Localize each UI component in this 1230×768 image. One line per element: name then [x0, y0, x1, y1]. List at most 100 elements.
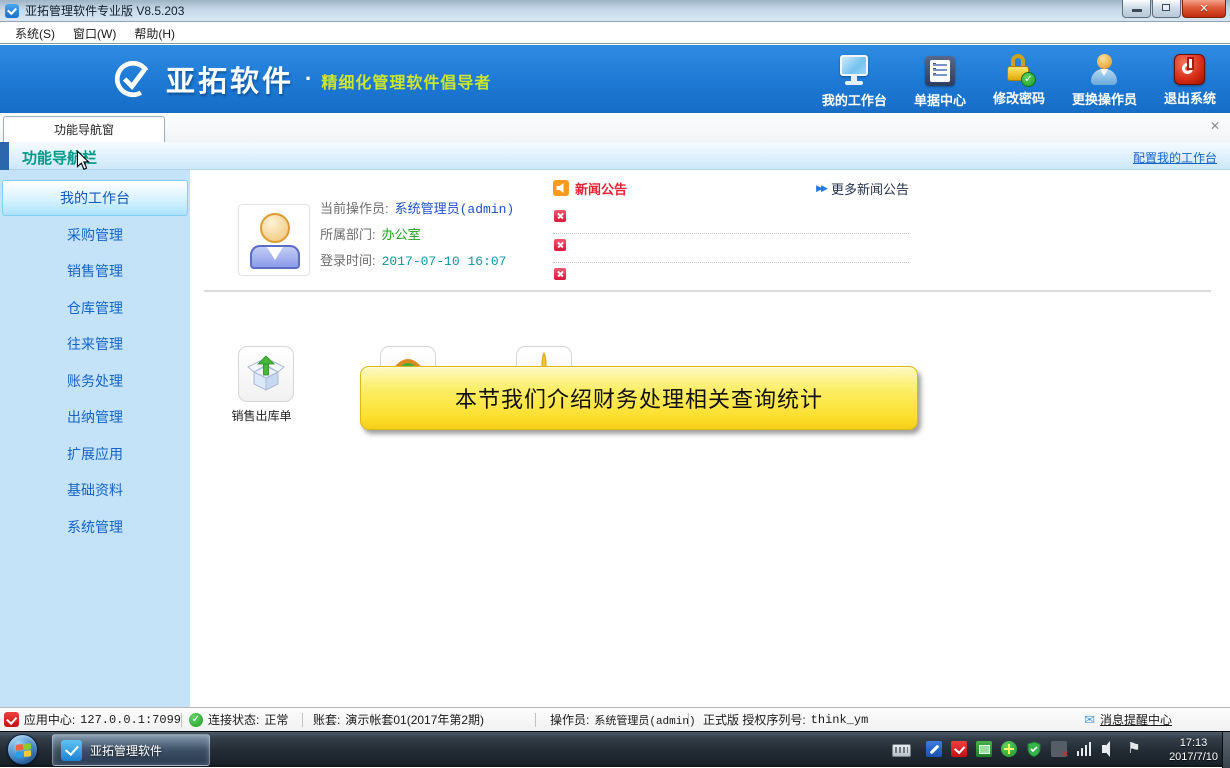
news-title: 新闻公告: [575, 179, 627, 198]
app-center-label: 应用中心:: [24, 711, 75, 728]
brand-name: 亚拓软件: [166, 58, 294, 100]
tool-change-password[interactable]: ✓ 修改密码: [993, 54, 1045, 109]
menu-bar: 系统(S) 窗口(W) 帮助(H): [0, 23, 1230, 44]
double-arrow-icon: ▶▶: [816, 183, 826, 194]
header-toolbar: 我的工作台 单据中心 ✓ 修改密码 更换操作员 退出系统: [822, 54, 1216, 109]
menu-system[interactable]: 系统(S): [6, 22, 64, 45]
account-set-status: 账套: 演示帐套01(2017年第2期): [303, 711, 535, 728]
news-panel: 新闻公告 ▶▶ 更多新闻公告: [553, 178, 909, 292]
sidebar-item-accounting[interactable]: 账务处理: [2, 363, 188, 399]
tutorial-callout: 本节我们介绍财务处理相关查询统计: [360, 366, 918, 430]
shield-icon[interactable]: [1026, 741, 1042, 757]
close-button[interactable]: ✕: [1182, 0, 1226, 18]
message-center-link[interactable]: 消息提醒中心: [1100, 711, 1172, 728]
signal-bars-icon[interactable]: [1076, 741, 1092, 757]
configure-workbench-link[interactable]: 配置我的工作台: [1133, 149, 1217, 166]
app-center-value: 127.0.0.1:7099: [80, 713, 181, 727]
tray-app-icon[interactable]: [951, 741, 967, 757]
license-label: 正式版 授权序列号:: [703, 711, 806, 728]
monitor-icon: [838, 54, 870, 87]
volume-icon[interactable]: [1101, 741, 1117, 757]
brand-separator: ·: [305, 66, 312, 92]
tab-function-navigation[interactable]: 功能导航窗: [3, 116, 165, 142]
start-button[interactable]: [7, 734, 38, 765]
sidebar: 我的工作台 采购管理 销售管理 仓库管理 往来管理 账务处理 出纳管理 扩展应用…: [0, 170, 190, 707]
window-titlebar: 亚拓管理软件专业版 V8.5.203 ✕: [0, 0, 1230, 22]
restore-button[interactable]: [1152, 0, 1181, 18]
sidebar-item-sales[interactable]: 销售管理: [2, 253, 188, 289]
operator-label: 当前操作员:: [320, 201, 389, 216]
sidebar-item-base-data[interactable]: 基础资料: [2, 472, 188, 508]
taskbar-app-button[interactable]: 亚拓管理软件: [52, 734, 210, 766]
avatar: [238, 204, 310, 276]
app-center-status: 应用中心: 127.0.0.1:7099: [0, 711, 181, 728]
account-value: 演示帐套01(2017年第2期): [345, 711, 484, 728]
news-bullet-icon: [554, 210, 566, 222]
function-nav-bar: 功能导航栏 配置我的工作台: [0, 142, 1230, 170]
operator-value: 系统管理员(admin): [395, 202, 515, 217]
news-item[interactable]: [553, 205, 909, 234]
sidebar-item-contacts[interactable]: 往来管理: [2, 326, 188, 362]
show-desktop-button[interactable]: [1222, 732, 1230, 768]
app-center-icon: [4, 712, 19, 727]
more-news-link[interactable]: ▶▶ 更多新闻公告: [816, 179, 909, 198]
login-time-row: 登录时间:2017-07-10 16:07: [320, 248, 514, 274]
wrench-tool-icon[interactable]: [926, 741, 942, 757]
sidebar-item-my-workbench[interactable]: 我的工作台: [2, 180, 188, 216]
department-label: 所属部门:: [320, 227, 376, 242]
keyboard-icon[interactable]: [892, 744, 911, 757]
taskbar-clock[interactable]: 17:13 2017/7/10: [1169, 736, 1218, 764]
minimize-button[interactable]: [1122, 0, 1151, 18]
antivirus-plus-icon[interactable]: [1001, 741, 1017, 757]
sidebar-item-warehouse[interactable]: 仓库管理: [2, 290, 188, 326]
profile-info: 当前操作员: 系统管理员(admin) 所属部门: 办公室 登录时间:2017-07…: [320, 196, 514, 274]
connection-value: 正常: [264, 711, 288, 728]
menu-help[interactable]: 帮助(H): [125, 22, 184, 45]
document-icon: [925, 56, 955, 86]
app-logo-icon: [5, 4, 19, 18]
tool-exit-system[interactable]: 退出系统: [1164, 54, 1216, 109]
department-row: 所属部门: 办公室: [320, 222, 514, 248]
department-value: 办公室: [382, 227, 421, 242]
tutorial-callout-text: 本节我们介绍财务处理相关查询统计: [455, 382, 823, 414]
operator-value: 系统管理员(admin): [594, 712, 695, 728]
tool-my-workbench[interactable]: 我的工作台: [822, 54, 887, 109]
sidebar-item-cashier[interactable]: 出纳管理: [2, 399, 188, 435]
news-header: 新闻公告 ▶▶ 更多新闻公告: [553, 178, 909, 198]
window-controls: ✕: [1121, 0, 1226, 18]
system-tray: ⚑: [892, 741, 1142, 757]
account-label: 账套:: [313, 711, 340, 728]
news-bullet-icon: [554, 239, 566, 251]
news-item[interactable]: [553, 234, 909, 263]
user-icon: [1090, 54, 1118, 86]
clock-time: 17:13: [1169, 736, 1218, 750]
tool-document-center[interactable]: 单据中心: [914, 54, 966, 109]
taskbar-app-label: 亚拓管理软件: [90, 742, 162, 759]
speaker-icon: [553, 180, 569, 196]
action-center-flag-icon[interactable]: ⚑: [1126, 741, 1142, 757]
tray-box-icon[interactable]: [976, 741, 992, 757]
tool-label: 单据中心: [914, 90, 966, 109]
taskbar: 亚拓管理软件 ⚑ 17:13 2017/7/10: [0, 731, 1230, 767]
tool-label: 更换操作员: [1072, 89, 1137, 108]
shortcut-sales-delivery[interactable]: 销售出库单: [238, 346, 296, 424]
tool-label: 我的工作台: [822, 90, 887, 109]
sidebar-item-system[interactable]: 系统管理: [2, 509, 188, 545]
news-item[interactable]: [553, 263, 909, 292]
check-icon: ✓: [189, 713, 203, 727]
menu-window[interactable]: 窗口(W): [64, 22, 125, 45]
main-content: 当前操作员: 系统管理员(admin) 所属部门: 办公室 登录时间:2017-07…: [190, 170, 1230, 707]
message-center[interactable]: ✉ 消息提醒中心: [1084, 711, 1230, 728]
sidebar-item-purchase[interactable]: 采购管理: [2, 217, 188, 253]
license-value: think_ym: [811, 713, 869, 727]
network-plug-disabled-icon[interactable]: [1051, 741, 1067, 757]
sidebar-item-extensions[interactable]: 扩展应用: [2, 436, 188, 472]
lock-icon: ✓: [1005, 54, 1033, 85]
tool-switch-operator[interactable]: 更换操作员: [1072, 54, 1137, 109]
login-time-label: 登录时间:: [320, 253, 376, 268]
tab-close-icon[interactable]: ✕: [1208, 119, 1222, 133]
more-news-label: 更多新闻公告: [831, 179, 909, 198]
shortcut-label: 销售出库单: [227, 407, 296, 424]
operator-row: 当前操作员: 系统管理员(admin): [320, 196, 514, 222]
section-divider: [204, 290, 1211, 292]
